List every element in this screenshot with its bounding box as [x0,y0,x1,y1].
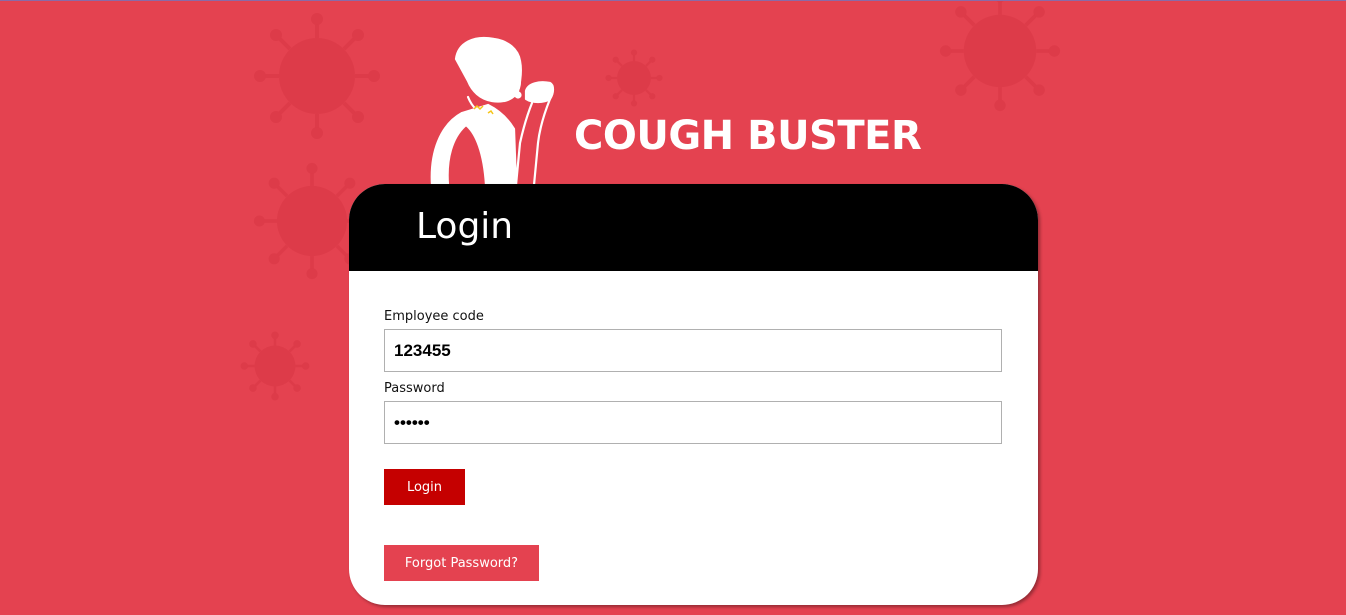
login-page: COUGH BUSTER Login Employee code Passwor… [0,0,1346,615]
employee-code-input[interactable] [384,329,1002,372]
coughing-man-icon [430,36,555,185]
login-card: Login Employee code Password •••••• Logi… [349,184,1038,605]
virus-icon [240,331,310,401]
password-input[interactable]: •••••• [384,401,1002,444]
login-title: Login [416,206,514,247]
brand-name: COUGH BUSTER [574,113,922,159]
employee-code-label: Employee code [384,309,484,324]
login-card-header: Login [349,184,1038,271]
password-label: Password [384,381,445,396]
virus-icon [939,1,1061,112]
virus-icon [254,13,380,139]
forgot-password-button[interactable]: Forgot Password? [384,545,539,581]
brand-logo: COUGH BUSTER [428,33,948,185]
login-button[interactable]: Login [384,469,465,505]
